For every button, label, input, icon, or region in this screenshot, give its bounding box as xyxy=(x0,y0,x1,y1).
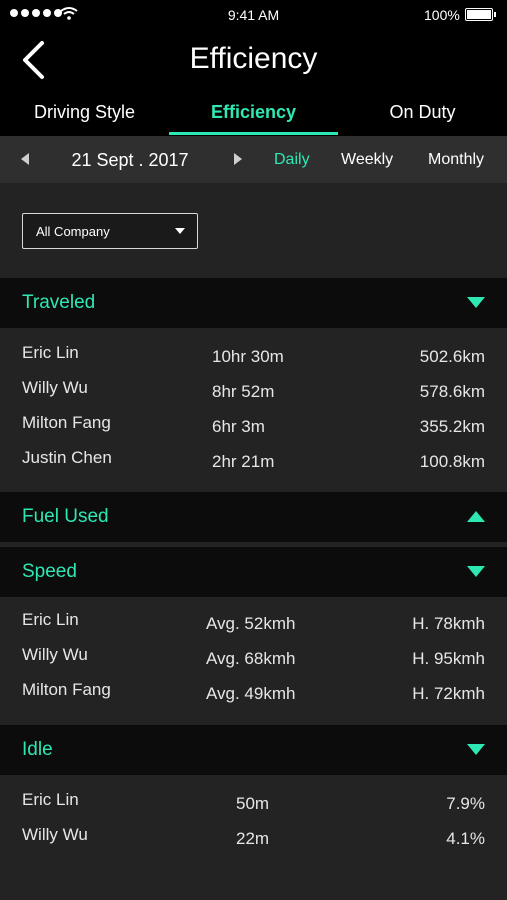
filter-area: All Company xyxy=(0,183,507,278)
highest-speed: H. 78kmh xyxy=(412,614,485,633)
idle-percent: 7.9% xyxy=(446,794,485,813)
speed-list: Eric Lin Avg. 52kmh H. 78kmh Willy Wu Av… xyxy=(0,597,507,725)
distance: 502.6km xyxy=(419,347,485,366)
period-daily[interactable]: Daily xyxy=(274,151,310,169)
previous-date-icon[interactable] xyxy=(21,153,29,165)
period-weekly[interactable]: Weekly xyxy=(341,151,393,169)
driver-name: Willy Wu xyxy=(22,825,88,844)
average-speed: Avg. 49kmh xyxy=(206,684,296,703)
period-monthly[interactable]: Monthly xyxy=(428,151,484,169)
idle-percent: 4.1% xyxy=(446,829,485,848)
driver-name: Milton Fang xyxy=(22,413,111,432)
current-date: 21 Sept . 2017 xyxy=(71,150,189,170)
expand-down-icon[interactable] xyxy=(467,566,485,577)
driver-name: Justin Chen xyxy=(22,448,112,467)
company-select-value: All Company xyxy=(36,224,110,239)
distance: 100.8km xyxy=(419,452,485,471)
list-item: Justin Chen 2hr 21m 100.8km xyxy=(0,448,507,483)
highest-speed: H. 72kmh xyxy=(412,684,485,703)
section-header-fuel-used[interactable]: Fuel Used xyxy=(0,492,507,542)
driver-name: Willy Wu xyxy=(22,645,88,664)
list-item: Eric Lin Avg. 52kmh H. 78kmh xyxy=(0,610,507,645)
tab-driving-style[interactable]: Driving Style xyxy=(0,90,169,136)
driver-name: Eric Lin xyxy=(22,610,79,629)
idle-duration: 22m xyxy=(236,829,270,848)
drive-time: 2hr 21m xyxy=(212,452,275,471)
tab-on-duty[interactable]: On Duty xyxy=(338,90,507,136)
list-item: Willy Wu 22m 4.1% xyxy=(0,825,507,860)
list-item: Eric Lin 50m 7.9% xyxy=(0,790,507,825)
next-date-icon[interactable] xyxy=(234,153,242,165)
driver-name: Milton Fang xyxy=(22,680,111,699)
status-bar: 9:41 AM 100% xyxy=(0,0,507,30)
expand-down-icon[interactable] xyxy=(467,297,485,308)
expand-down-icon[interactable] xyxy=(467,744,485,755)
section-title: Idle xyxy=(22,739,53,760)
app-header: Efficiency xyxy=(0,30,507,90)
active-tab-indicator xyxy=(169,132,338,135)
list-item: Willy Wu 8hr 52m 578.6km xyxy=(0,378,507,413)
distance: 578.6km xyxy=(419,382,485,401)
drive-time: 10hr 30m xyxy=(212,347,284,366)
highest-speed: H. 95kmh xyxy=(412,649,485,668)
idle-duration: 50m xyxy=(236,794,270,813)
section-title: Speed xyxy=(22,561,77,582)
distance: 355.2km xyxy=(419,417,485,436)
battery-icon xyxy=(465,8,496,21)
list-item: Eric Lin 10hr 30m 502.6km xyxy=(0,343,507,378)
list-item: Milton Fang 6hr 3m 355.2km xyxy=(0,413,507,448)
average-speed: Avg. 52kmh xyxy=(206,614,296,633)
idle-list: Eric Lin 50m 7.9% Willy Wu 22m 4.1% xyxy=(0,775,507,900)
collapse-up-icon[interactable] xyxy=(467,511,485,522)
list-item: Milton Fang Avg. 49kmh H. 72kmh xyxy=(0,680,507,715)
date-navigation-bar: 21 Sept . 2017 Daily Weekly Monthly xyxy=(0,136,507,183)
company-select[interactable]: All Company xyxy=(22,213,198,249)
section-header-speed[interactable]: Speed xyxy=(0,547,507,597)
dropdown-caret-icon xyxy=(175,228,185,234)
battery-percent: 100% xyxy=(424,7,460,23)
driver-name: Eric Lin xyxy=(22,343,79,362)
section-header-traveled[interactable]: Traveled xyxy=(0,278,507,328)
average-speed: Avg. 68kmh xyxy=(206,649,296,668)
drive-time: 6hr 3m xyxy=(212,417,265,436)
section-header-idle[interactable]: Idle xyxy=(0,725,507,775)
driver-name: Eric Lin xyxy=(22,790,79,809)
traveled-list: Eric Lin 10hr 30m 502.6km Willy Wu 8hr 5… xyxy=(0,328,507,492)
drive-time: 8hr 52m xyxy=(212,382,275,401)
section-title: Fuel Used xyxy=(22,506,109,527)
tab-bar: Driving Style Efficiency On Duty xyxy=(0,90,507,136)
tab-efficiency[interactable]: Efficiency xyxy=(169,90,338,136)
list-item: Willy Wu Avg. 68kmh H. 95kmh xyxy=(0,645,507,680)
section-title: Traveled xyxy=(22,292,96,313)
driver-name: Willy Wu xyxy=(22,378,88,397)
page-title: Efficiency xyxy=(189,42,318,75)
